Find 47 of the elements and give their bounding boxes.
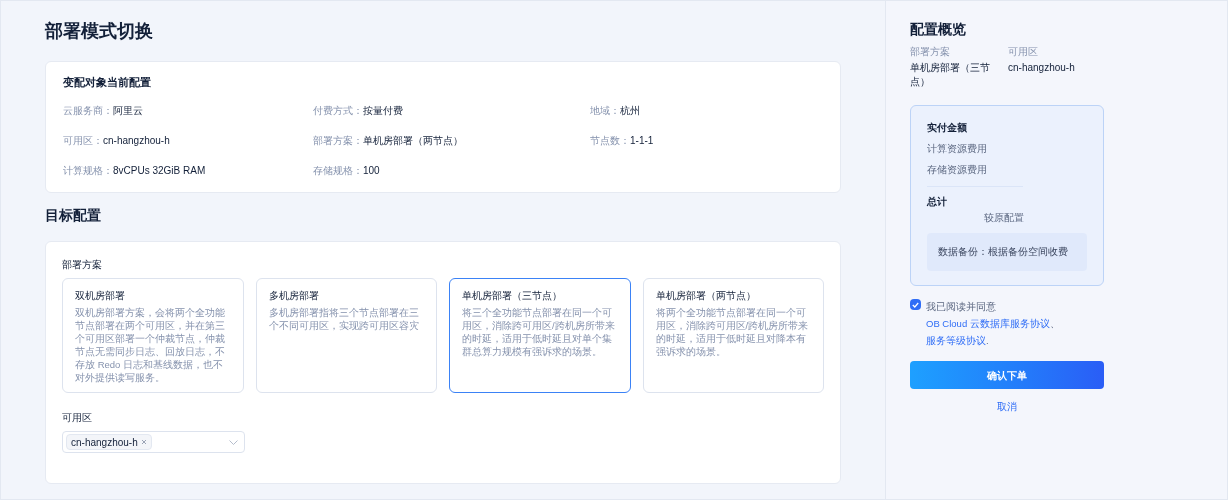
- zone-select[interactable]: cn-hangzhou-h: [62, 431, 245, 453]
- cost-item: 存储资源费用: [927, 163, 988, 177]
- plan-description: 多机房部署指将三个节点部署在三个不同可用区，实现跨可用区容灾: [268, 306, 420, 332]
- config-field: 付费方式：按量付费: [313, 104, 590, 118]
- check-icon: [912, 301, 919, 308]
- plan-description: 双机房部署方案，会将两个全功能节点部署在两个可用区，并在第三个可用区部署一个仲裁节点，仲裁节点无需同步日志、回放日志，不存放 Redo 日志和基线数据，也不对外提供读写服务。: [75, 306, 226, 384]
- summary-value: cn-hangzhou-h: [1008, 61, 1076, 75]
- plan-option-card[interactable]: 多机房部署 多机房部署指将三个节点部署在三个不同可用区，实现跨可用区容灾: [255, 278, 437, 393]
- field-label: 可用区: [62, 411, 93, 425]
- backup-note: 数据备份：根据备份空间收费: [927, 233, 1087, 271]
- confirm-order-button[interactable]: 确认下单: [910, 361, 1104, 389]
- cancel-link[interactable]: 取消: [997, 399, 1017, 415]
- config-field: 云服务商：阿里云: [63, 104, 313, 118]
- config-field: 地域：杭州: [590, 104, 823, 118]
- plan-title: 单机房部署（三节点）: [462, 289, 563, 303]
- plan-title: 多机房部署: [268, 289, 320, 303]
- close-icon[interactable]: [140, 439, 147, 445]
- summary-label: 部署方案: [910, 45, 951, 59]
- total-label: 总计: [927, 195, 948, 209]
- plan-description: 将三个全功能节点部署在同一个可用区，消除跨可用区/跨机房所带来的时延，适用于低时延且对单个集群总算力规模有强诉求的场景。: [462, 306, 616, 358]
- chevron-down-icon: [229, 439, 238, 445]
- plan-option-card[interactable]: 单机房部署（两节点） 将两个全功能节点部署在同一个可用区，消除跨可用区/跨机房所带来的时延，适用于低时延且对降本有强诉求的场景。: [642, 278, 824, 393]
- cost-title: 实付金额: [927, 121, 968, 135]
- plan-title: 单机房部署（两节点）: [655, 289, 757, 303]
- config-field: 计算规格：8vCPUs 32GiB RAM: [63, 164, 313, 178]
- config-field: 可用区：cn-hangzhou-h: [63, 134, 313, 148]
- card-title: 变配对象当前配置: [63, 75, 152, 90]
- agreement-link[interactable]: OB Cloud 云数据库服务协议: [926, 318, 1050, 329]
- agreement-link[interactable]: 服务等级协议: [926, 335, 986, 346]
- compare-label: 较原配置: [983, 211, 1025, 225]
- agreement-checkbox[interactable]: [910, 299, 921, 310]
- config-field: 部署方案：单机房部署（两节点）: [313, 134, 590, 148]
- plan-option-card[interactable]: 单机房部署（三节点） 将三个全功能节点部署在同一个可用区，消除跨可用区/跨机房所带来的时延，适用于低时延且对单个集群总算力规模有强诉求的场景。: [449, 278, 631, 393]
- config-field: 节点数：1-1-1: [590, 134, 823, 148]
- field-label: 部署方案: [62, 258, 103, 272]
- plan-option-card[interactable]: 双机房部署 双机房部署方案，会将两个全功能节点部署在两个可用区，并在第三个可用区部署一个仲裁节点，仲裁节点无需同步日志、回放日志，不存放 Redo 日志和基线数据，也不对外提供读写服务。: [62, 278, 244, 393]
- cost-item: 计算资源费用: [927, 142, 988, 156]
- summary-title: 配置概览: [910, 20, 967, 39]
- zone-tag: cn-hangzhou-h: [66, 434, 152, 450]
- plan-description: 将两个全功能节点部署在同一个可用区，消除跨可用区/跨机房所带来的时延，适用于低时延且对降本有强诉求的场景。: [655, 306, 810, 358]
- section-title: 目标配置: [45, 206, 102, 225]
- summary-label: 可用区: [1008, 45, 1039, 59]
- summary-value: 单机房部署（三节点）: [910, 61, 991, 89]
- page-title: 部署模式切换: [45, 20, 154, 43]
- agreement-text: 我已阅读并同意 OB Cloud 云数据库服务协议、 服务等级协议.: [926, 300, 1061, 348]
- config-field: 存储规格：100: [313, 164, 590, 178]
- plan-title: 双机房部署: [75, 289, 126, 303]
